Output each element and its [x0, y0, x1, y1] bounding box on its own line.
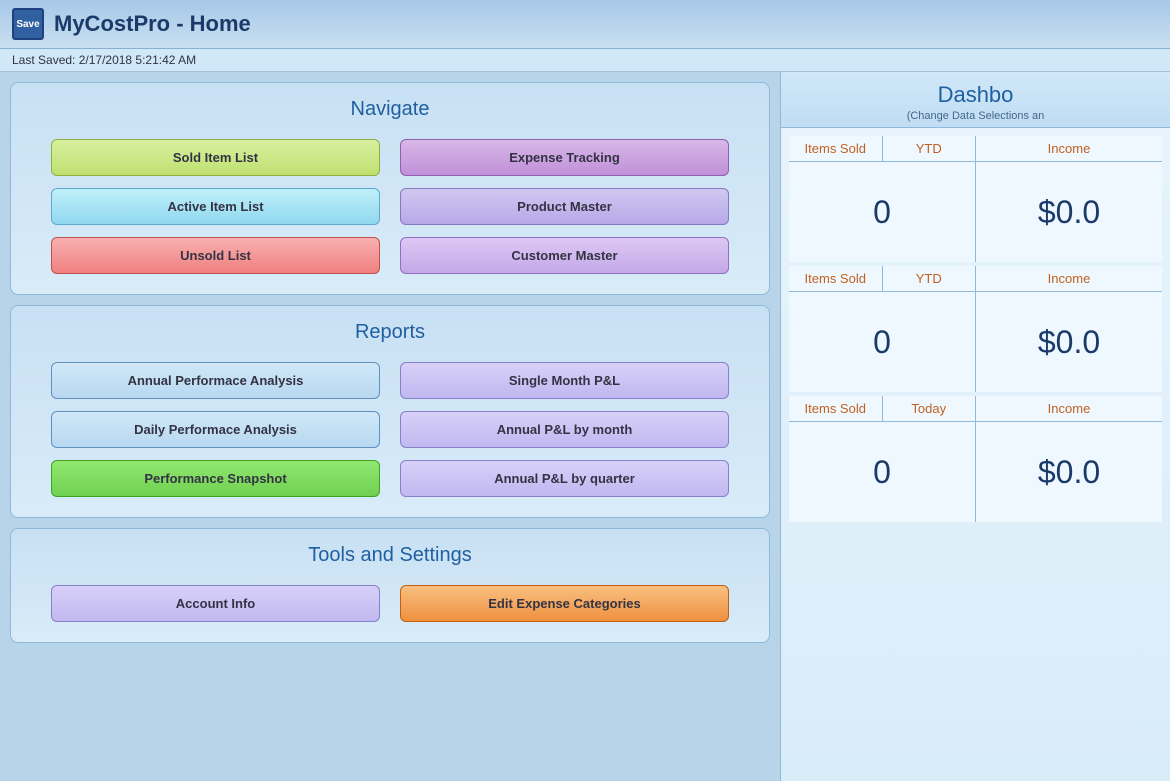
income2-header: Income [976, 266, 1162, 292]
daily-performance-button[interactable]: Daily Performace Analysis [51, 411, 380, 448]
edit-expense-button[interactable]: Edit Expense Categories [400, 585, 729, 622]
ytd-label: YTD [883, 136, 976, 161]
dashboard-row2: Items Sold YTD 0 Income $0.0 [789, 266, 1162, 392]
save-icon[interactable]: Save [12, 8, 44, 40]
performance-snapshot-button[interactable]: Performance Snapshot [51, 460, 380, 497]
main-layout: Navigate Sold Item List Expense Tracking… [0, 72, 1170, 781]
dashboard-card-ytd: Items Sold YTD 0 [789, 136, 975, 262]
left-panel: Navigate Sold Item List Expense Tracking… [0, 72, 780, 781]
ytd2-label: YTD [883, 266, 976, 291]
dashboard-card-income1: Income $0.0 [976, 136, 1162, 262]
income1-value: $0.0 [976, 162, 1162, 262]
income1-label: Income [976, 136, 1162, 161]
income1-body: $0.0 [976, 162, 1162, 262]
today-label: Today [883, 396, 976, 421]
ytd2-items-sold-label: Items Sold [789, 266, 883, 291]
dashboard-subtitle: (Change Data Selections an [796, 110, 1155, 122]
navigate-title: Navigate [31, 98, 749, 121]
ytd-header: Items Sold YTD [789, 136, 975, 162]
annual-performance-button[interactable]: Annual Performace Analysis [51, 362, 380, 399]
dashboard-row1: Items Sold YTD 0 Income $0.0 [789, 136, 1162, 262]
tools-button-grid: Account Info Edit Expense Categories [31, 585, 749, 622]
title-bar: Save MyCostPro - Home [0, 0, 1170, 49]
income1-header: Income [976, 136, 1162, 162]
reports-button-grid: Annual Performace Analysis Single Month … [31, 362, 749, 497]
single-month-button[interactable]: Single Month P&L [400, 362, 729, 399]
today-header: Items Sold Today [789, 396, 975, 422]
ytd-body: 0 [789, 162, 975, 262]
income3-value: $0.0 [976, 422, 1162, 522]
dashboard-row3: Items Sold Today 0 Income $0.0 [789, 396, 1162, 522]
today-items-sold-label: Items Sold [789, 396, 883, 421]
ytd2-body: 0 [789, 292, 975, 392]
sold-item-button[interactable]: Sold Item List [51, 139, 380, 176]
dashboard-card-ytd2: Items Sold YTD 0 [789, 266, 975, 392]
account-info-button[interactable]: Account Info [51, 585, 380, 622]
tools-section: Tools and Settings Account Info Edit Exp… [10, 528, 770, 643]
dashboard-card-income2: Income $0.0 [976, 266, 1162, 392]
dashboard-card-income3: Income $0.0 [976, 396, 1162, 522]
income3-label: Income [976, 396, 1162, 421]
tools-title: Tools and Settings [31, 544, 749, 567]
income2-value: $0.0 [976, 292, 1162, 392]
ytd-items-value: 0 [789, 162, 975, 262]
ytd2-items-value: 0 [789, 292, 975, 392]
income2-body: $0.0 [976, 292, 1162, 392]
income3-header: Income [976, 396, 1162, 422]
reports-section: Reports Annual Performace Analysis Singl… [10, 305, 770, 518]
income2-label: Income [976, 266, 1162, 291]
today-items-value: 0 [789, 422, 975, 522]
dashboard-card-today: Items Sold Today 0 [789, 396, 975, 522]
last-saved-bar: Last Saved: 2/17/2018 5:21:42 AM [0, 49, 1170, 72]
ytd-items-sold-label: Items Sold [789, 136, 883, 161]
right-panel: Dashbo (Change Data Selections an Items … [780, 72, 1170, 781]
navigate-section: Navigate Sold Item List Expense Tracking… [10, 82, 770, 295]
reports-title: Reports [31, 321, 749, 344]
dashboard-header: Dashbo (Change Data Selections an [781, 72, 1170, 128]
ytd2-header: Items Sold YTD [789, 266, 975, 292]
active-item-button[interactable]: Active Item List [51, 188, 380, 225]
expense-tracking-button[interactable]: Expense Tracking [400, 139, 729, 176]
dashboard-title: Dashbo [796, 82, 1155, 108]
app-title: MyCostPro - Home [54, 11, 251, 37]
product-master-button[interactable]: Product Master [400, 188, 729, 225]
customer-master-button[interactable]: Customer Master [400, 237, 729, 274]
today-body: 0 [789, 422, 975, 522]
annual-pl-quarter-button[interactable]: Annual P&L by quarter [400, 460, 729, 497]
navigate-button-grid: Sold Item List Expense Tracking Active I… [31, 139, 749, 274]
unsold-list-button[interactable]: Unsold List [51, 237, 380, 274]
annual-pl-month-button[interactable]: Annual P&L by month [400, 411, 729, 448]
income3-body: $0.0 [976, 422, 1162, 522]
